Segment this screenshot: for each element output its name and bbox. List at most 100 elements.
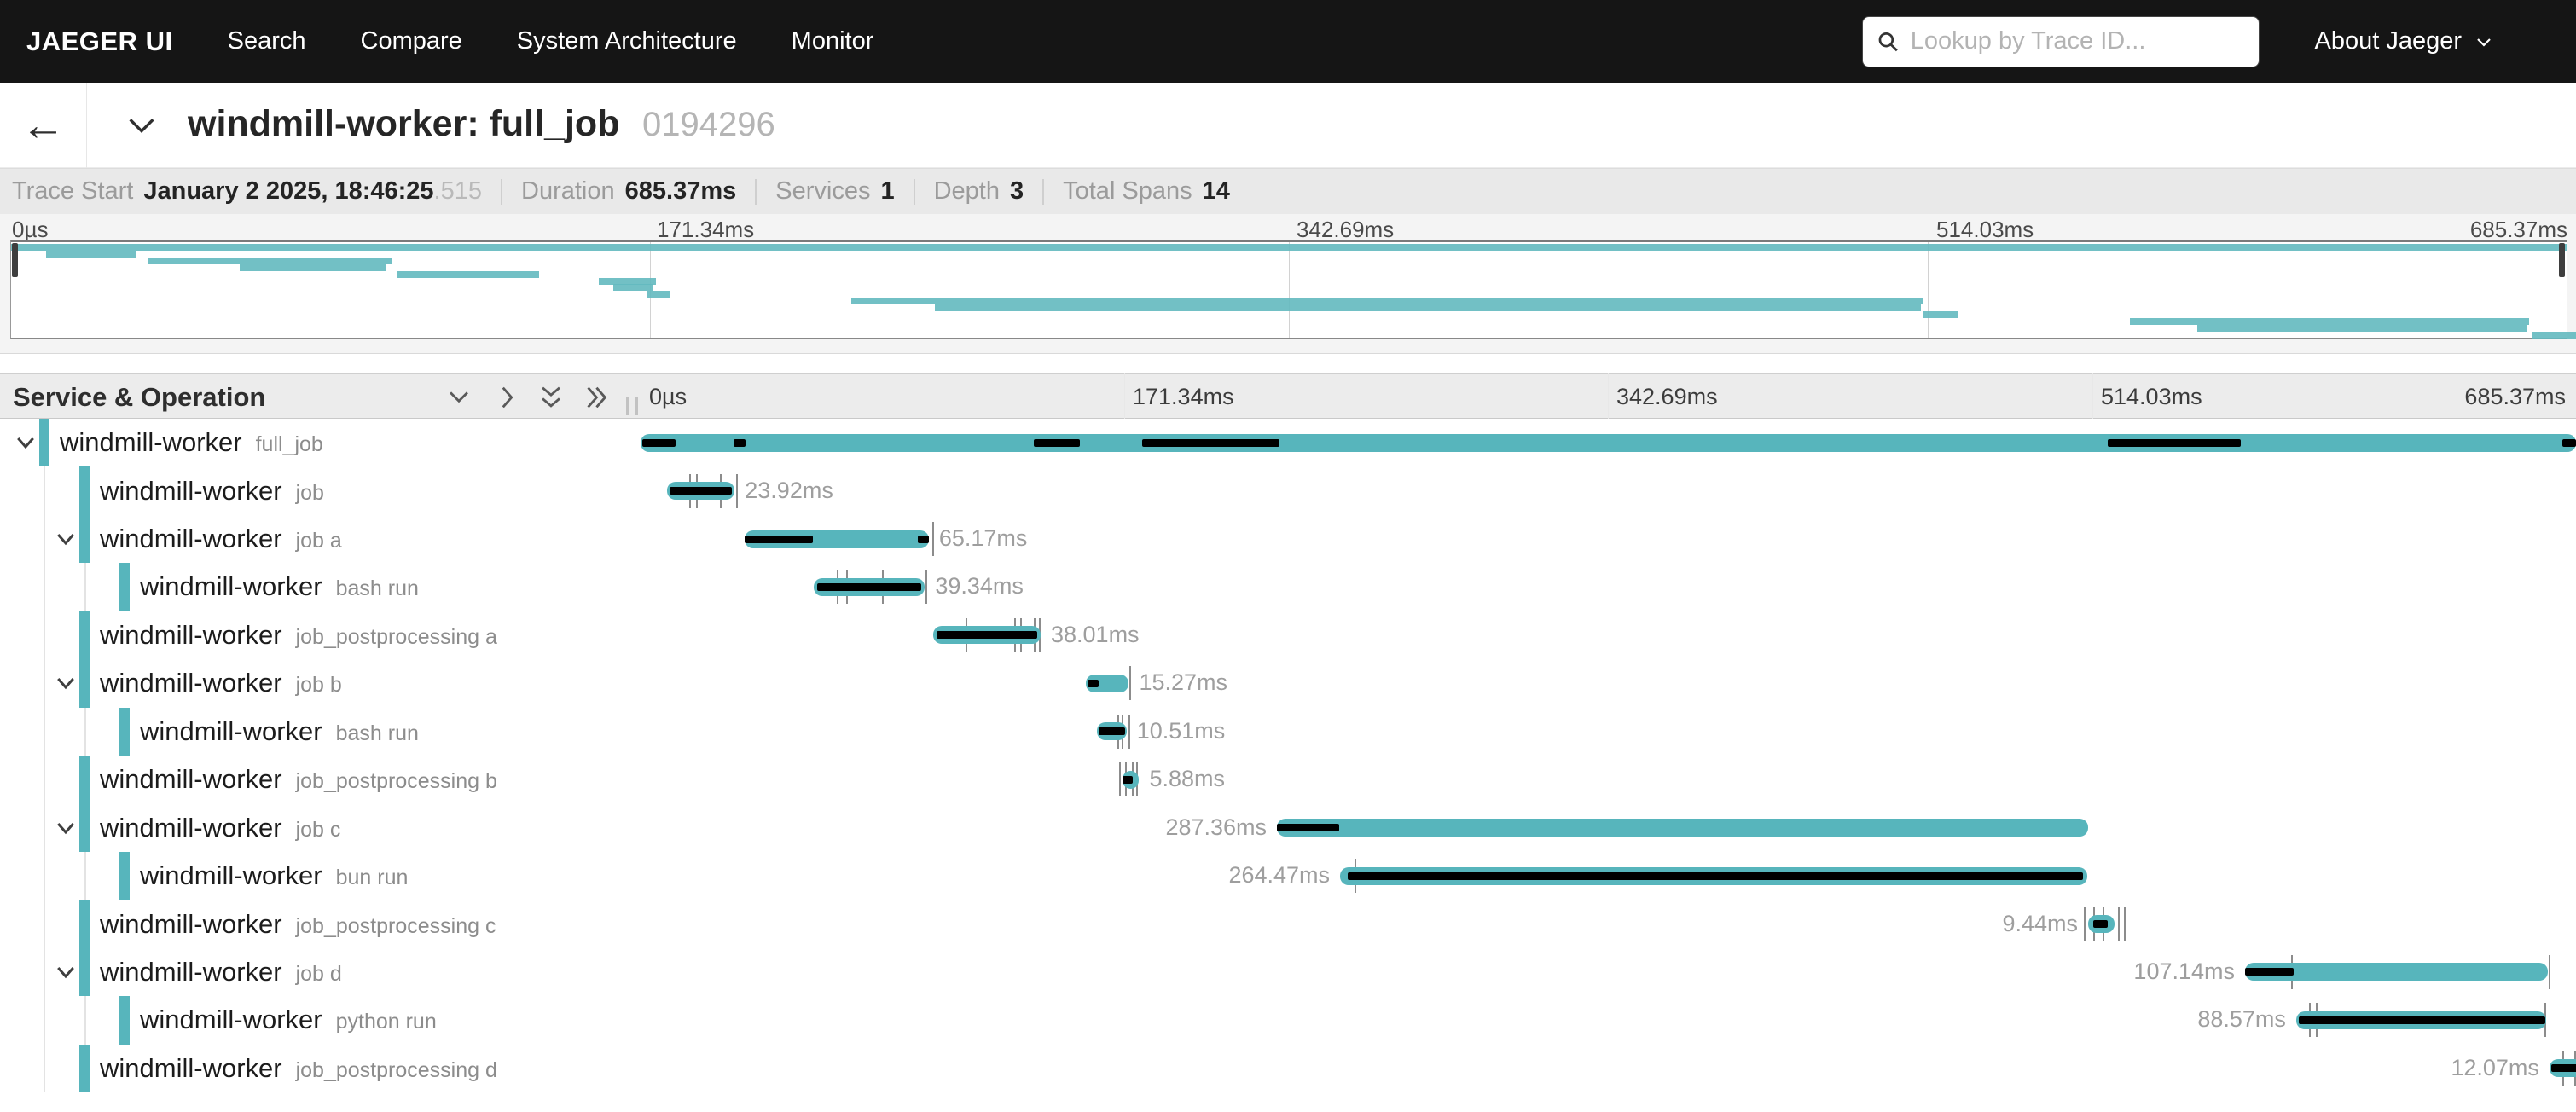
trace-header-bar: ← windmill-worker: full_job 0194296 ? ⌖ … bbox=[0, 83, 2576, 168]
span-accent bbox=[39, 419, 49, 466]
chevron-down-icon bbox=[122, 108, 161, 142]
span-row[interactable]: windmill-workerbash run10.51ms bbox=[0, 708, 2576, 756]
tree-guide bbox=[44, 803, 45, 851]
span-log-tick bbox=[1119, 762, 1121, 796]
tree-guide bbox=[44, 515, 45, 563]
span-row[interactable]: windmill-workerfull_job bbox=[0, 419, 2576, 466]
minimap-grid-line bbox=[1928, 242, 1929, 338]
minimap-bar bbox=[599, 278, 656, 285]
nav-item-monitor[interactable]: Monitor bbox=[792, 27, 874, 55]
collapse-one-button[interactable] bbox=[442, 383, 476, 412]
span-row[interactable]: windmill-workerpython run88.57ms bbox=[0, 996, 2576, 1044]
span-row[interactable]: windmill-workerjob_postprocessing d12.07… bbox=[0, 1045, 2576, 1092]
tree-guide bbox=[84, 563, 86, 611]
tree-guide bbox=[44, 466, 45, 514]
minimap-bar bbox=[46, 251, 136, 258]
summary-label: Total Spans bbox=[1063, 177, 1192, 206]
nav-item-compare[interactable]: Compare bbox=[361, 27, 462, 55]
span-bar[interactable] bbox=[1097, 722, 1127, 740]
span-row[interactable]: windmill-workerjob23.92ms bbox=[0, 466, 2576, 514]
operation-name: job c bbox=[296, 818, 341, 842]
minimap-canvas[interactable] bbox=[10, 240, 2567, 339]
service-name: windmill-workerjob_postprocessing a bbox=[100, 620, 497, 651]
span-bar[interactable] bbox=[814, 578, 925, 596]
span-bar-marker bbox=[670, 487, 732, 495]
span-accent bbox=[119, 852, 130, 900]
minimap-bar bbox=[148, 258, 392, 264]
tree-guide bbox=[44, 996, 45, 1044]
service-name: windmill-workerbun run bbox=[140, 860, 408, 891]
span-bar-marker bbox=[642, 439, 676, 447]
about-jaeger-menu[interactable]: About Jaeger bbox=[2314, 27, 2494, 55]
span-bar[interactable] bbox=[641, 434, 2576, 452]
service-name: windmill-workerjob d bbox=[100, 957, 342, 987]
service-name: windmill-workerjob bbox=[100, 476, 324, 507]
trace-collapse-toggle[interactable] bbox=[119, 105, 164, 146]
nav-item-search[interactable]: Search bbox=[228, 27, 306, 55]
tree-guide bbox=[44, 659, 45, 707]
span-bar-marker bbox=[1099, 727, 1125, 735]
summary-label: Depth bbox=[934, 177, 1000, 206]
span-log-tick bbox=[925, 570, 927, 604]
span-accent bbox=[79, 466, 90, 514]
tree-chevron-icon[interactable] bbox=[51, 815, 82, 841]
span-row[interactable]: windmill-workerjob a65.17ms bbox=[0, 515, 2576, 563]
tree-guide bbox=[84, 708, 86, 756]
span-bar[interactable] bbox=[2245, 963, 2548, 981]
axis-label: 514.03ms bbox=[2101, 384, 2202, 410]
operation-name: job_postprocessing a bbox=[296, 625, 497, 649]
tree-guide bbox=[44, 948, 45, 996]
span-row[interactable]: windmill-workerjob b 15.27ms bbox=[0, 659, 2576, 707]
span-row[interactable]: windmill-workerbash run39.34ms bbox=[0, 563, 2576, 611]
column-resize-handle[interactable] bbox=[626, 397, 638, 415]
span-bar-marker bbox=[2562, 439, 2576, 447]
summary-value-suffix: .515 bbox=[434, 177, 482, 205]
span-row[interactable]: windmill-workerjob_postprocessing b5.88m… bbox=[0, 756, 2576, 803]
tree-chevron-icon[interactable] bbox=[51, 526, 82, 552]
expand-one-button[interactable] bbox=[490, 383, 524, 412]
span-bar[interactable] bbox=[745, 530, 929, 548]
span-bar-marker bbox=[1142, 439, 1279, 447]
nav-item-system-architecture[interactable]: System Architecture bbox=[517, 27, 737, 55]
tree-chevron-icon[interactable] bbox=[51, 670, 82, 696]
span-log-tick bbox=[2124, 907, 2126, 941]
collapse-all-button[interactable] bbox=[534, 383, 568, 412]
span-bar[interactable] bbox=[933, 626, 1041, 644]
service-name: windmill-workerjob_postprocessing b bbox=[100, 764, 497, 795]
span-row[interactable]: windmill-workerbun run264.47ms bbox=[0, 852, 2576, 900]
trace-lookup-search[interactable] bbox=[1862, 16, 2260, 67]
summary-separator bbox=[501, 179, 502, 205]
trace-lookup-input[interactable] bbox=[1911, 27, 2246, 55]
axis-label: 342.69ms bbox=[1616, 384, 1718, 410]
span-row[interactable]: windmill-workerjob_postprocessing c9.44m… bbox=[0, 900, 2576, 947]
span-row[interactable]: windmill-workerjob c287.36ms bbox=[0, 803, 2576, 851]
span-duration-label: 9.44ms bbox=[2002, 911, 2078, 937]
span-bar[interactable] bbox=[667, 482, 734, 500]
trace-id: 0194296 bbox=[642, 106, 775, 144]
span-duration-label: 15.27ms bbox=[1139, 669, 1227, 696]
span-bar[interactable] bbox=[1123, 771, 1140, 789]
span-log-tick bbox=[1128, 715, 1130, 749]
span-bar[interactable] bbox=[2088, 915, 2115, 933]
summary-separator bbox=[1042, 179, 1044, 205]
minimap-left-scrubber[interactable] bbox=[12, 243, 18, 277]
service-name: windmill-workerjob b bbox=[100, 668, 342, 698]
span-bar[interactable] bbox=[2550, 1059, 2576, 1077]
span-row[interactable]: windmill-workerjob d107.14ms bbox=[0, 948, 2576, 996]
span-bar[interactable] bbox=[2296, 1011, 2546, 1029]
span-bar[interactable] bbox=[1277, 819, 2088, 837]
span-bar[interactable] bbox=[1086, 675, 1129, 692]
minimap-bar bbox=[851, 298, 1923, 304]
tree-chevron-icon[interactable] bbox=[51, 959, 82, 985]
span-row[interactable]: windmill-workerjob_postprocessing a38.01… bbox=[0, 611, 2576, 659]
span-accent bbox=[119, 996, 130, 1044]
tree-chevron-icon[interactable] bbox=[11, 430, 42, 455]
app-brand[interactable]: JAEGER UI bbox=[26, 26, 173, 57]
tree-guide bbox=[84, 852, 86, 900]
minimap-bar bbox=[2197, 325, 2527, 332]
axis-label: 171.34ms bbox=[1133, 384, 1234, 410]
minimap-right-scrubber[interactable] bbox=[2559, 243, 2565, 277]
back-button[interactable]: ← bbox=[0, 83, 87, 168]
expand-all-button[interactable] bbox=[578, 383, 612, 412]
span-bar[interactable] bbox=[1340, 867, 2087, 885]
